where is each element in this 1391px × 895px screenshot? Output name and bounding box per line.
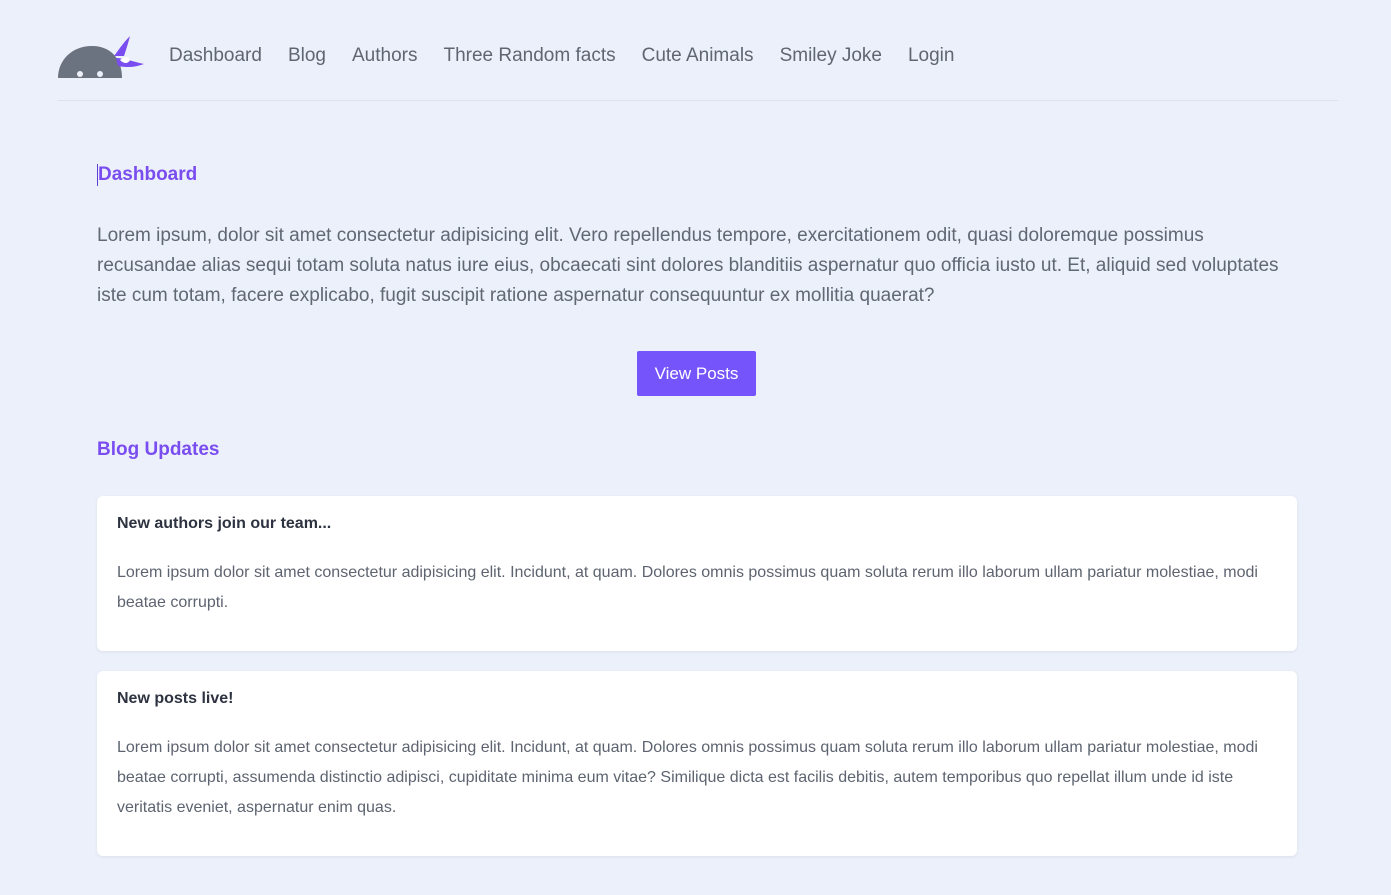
update-card-title: New authors join our team... (117, 515, 332, 532)
update-card: New authors join our team... Lorem ipsum… (97, 496, 1297, 651)
page-title: Dashboard (97, 164, 198, 186)
main-nav: Dashboard Blog Authors Three Random fact… (169, 42, 980, 70)
nav-link-authors[interactable]: Authors (352, 42, 417, 70)
update-card-title: New posts live! (117, 690, 234, 707)
nav-link-dashboard[interactable]: Dashboard (169, 42, 262, 70)
nav-link-blog[interactable]: Blog (288, 42, 326, 70)
site-header: Dashboard Blog Authors Three Random fact… (58, 0, 1338, 101)
update-card-body: Lorem ipsum dolor sit amet consectetur a… (117, 564, 1258, 611)
nav-link-cute-animals[interactable]: Cute Animals (642, 42, 754, 70)
update-card: New posts live! Lorem ipsum dolor sit am… (97, 671, 1297, 856)
blog-updates-title: Blog Updates (97, 439, 220, 460)
ninja-logo-icon[interactable] (58, 34, 144, 78)
nav-link-login[interactable]: Login (908, 42, 955, 70)
view-posts-button[interactable]: View Posts (637, 351, 756, 396)
nav-link-smiley-joke[interactable]: Smiley Joke (780, 42, 882, 70)
update-card-body: Lorem ipsum dolor sit amet consectetur a… (117, 739, 1258, 816)
nav-link-three-random-facts[interactable]: Three Random facts (443, 42, 615, 70)
intro-text: Lorem ipsum, dolor sit amet consectetur … (97, 225, 1279, 306)
